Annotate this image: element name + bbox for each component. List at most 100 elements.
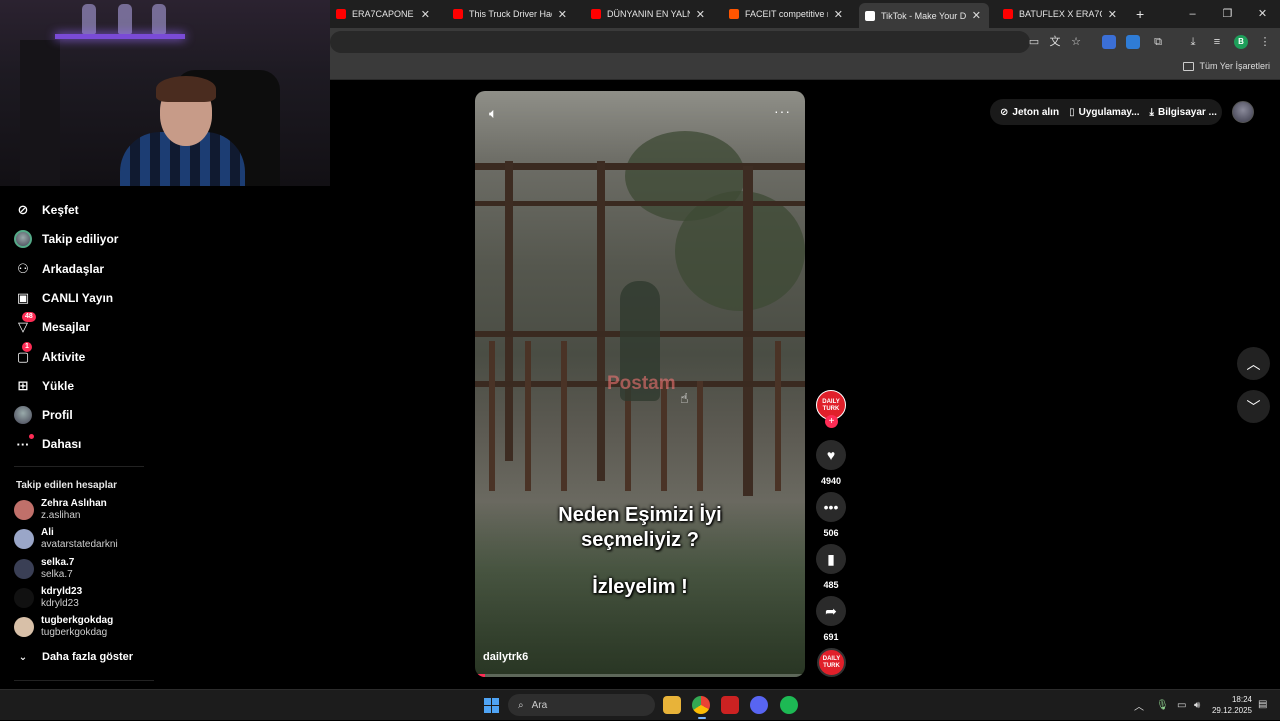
video-scenery <box>505 161 513 461</box>
browser-tab[interactable]: DÜNYANIN EN YALNIZ EV ✕ <box>585 3 713 25</box>
video-scenery <box>561 341 567 491</box>
close-tab-icon[interactable]: ✕ <box>558 8 567 21</box>
close-tab-icon[interactable]: ✕ <box>834 8 843 21</box>
video-scenery <box>475 163 805 170</box>
video-author[interactable]: dailytrk6 <box>483 651 528 663</box>
following-account[interactable]: Zehra Aslıhan z.aslihan <box>14 497 107 523</box>
clock-time: 18:24 <box>1231 695 1252 704</box>
file-explorer-icon[interactable] <box>663 696 681 714</box>
notifications-icon[interactable]: ▤ <box>1258 699 1267 710</box>
profile-button[interactable]: B <box>1234 35 1248 49</box>
browser-tab[interactable]: FACEIT competitive match ✕ <box>723 3 851 25</box>
following-account[interactable]: kdryld23 kdryld23 <box>14 585 82 611</box>
start-button[interactable] <box>484 698 499 713</box>
tab-title: DÜNYANIN EN YALNIZ EV <box>607 9 690 19</box>
account-name: kdryld23 <box>41 585 83 597</box>
sidebar-item-label: CANLI Yayın <box>42 290 114 305</box>
tab-favicon-icon <box>865 10 875 21</box>
notification-badge: 1 <box>22 341 32 352</box>
account-avatar <box>14 529 34 550</box>
extensions-puzzle-icon[interactable]: ⧉ <box>1151 35 1165 49</box>
bookmark-star-icon[interactable]: ☆ <box>1069 35 1083 49</box>
close-tab-icon[interactable]: ✕ <box>696 8 705 21</box>
maximize-button[interactable]: ❐ <box>1210 0 1245 28</box>
media-queue-icon[interactable]: ≡ <box>1210 35 1224 49</box>
desktop-app-button[interactable]: ⤓ Bilgisayar ... <box>1140 107 1217 118</box>
browser-tab[interactable]: ERA7CAPONE X ŞAM - Ö ✕ <box>330 3 438 25</box>
browser-tab[interactable]: BATUFLEX X ERA7CAPON ✕ <box>997 3 1125 25</box>
spotify-icon[interactable] <box>780 696 798 714</box>
divider <box>14 466 144 467</box>
tab-favicon-icon <box>336 9 346 19</box>
get-app-label: Uygulamay... <box>1078 106 1140 118</box>
activity-icon: ▢ 1 <box>14 341 32 366</box>
follow-plus-icon[interactable]: + <box>825 415 838 428</box>
all-bookmarks-button[interactable]: Tüm Yer İşaretleri <box>1183 61 1270 71</box>
extension-badge-icon[interactable] <box>1126 35 1140 49</box>
video-scenery <box>675 191 805 311</box>
sidebar-item-1[interactable]: Takip ediliyor <box>14 228 118 250</box>
sidebar-item-label: Aktivite <box>42 349 86 364</box>
sidebar-item-3[interactable]: ▣ CANLI Yayın <box>14 287 113 309</box>
tab-favicon-icon <box>729 9 739 19</box>
sidebar-item-2[interactable]: ⚇ Arkadaşlar <box>14 258 104 280</box>
music-disc[interactable]: DAILY TURK <box>817 648 846 677</box>
next-video-button[interactable]: ﹀ <box>1237 390 1270 423</box>
menu-kebab-icon[interactable]: ⋮ <box>1258 35 1272 49</box>
close-tab-icon[interactable]: ✕ <box>972 9 981 22</box>
app-icon[interactable] <box>721 696 739 714</box>
browser-tab[interactable]: TikTok - Make Your D ✕ <box>859 3 989 28</box>
video-progress-bar[interactable] <box>475 674 805 677</box>
get-app-button[interactable]: ▯ Uygulamay... <box>1059 107 1139 118</box>
more-options-icon[interactable]: ··· <box>774 103 791 119</box>
network-icon[interactable]: ▭ <box>1177 700 1186 711</box>
volume-icon[interactable]: 🔊︎ <box>1194 700 1200 711</box>
save-button[interactable]: ▮ <box>816 544 846 574</box>
notification-dot <box>29 434 34 440</box>
following-account[interactable]: selka.7 selka.7 <box>14 556 74 582</box>
sidebar-item-7[interactable]: Profil <box>14 404 73 426</box>
user-avatar[interactable] <box>1232 101 1254 123</box>
translate-icon[interactable]: 文 <box>1048 35 1062 49</box>
video-progress-fill <box>475 674 485 677</box>
comment-button[interactable]: ••• <box>816 492 846 522</box>
show-more-button[interactable]: ⌄ Daha fazla göster <box>14 646 133 668</box>
get-coins-button[interactable]: ⊘ Jeton alın <box>990 107 1059 118</box>
install-app-icon[interactable]: ▭ <box>1027 35 1041 49</box>
taskbar-search[interactable]: ⌕ Ara <box>508 694 655 716</box>
following-account[interactable]: tugberkgokdag tugberkgokdag <box>14 614 113 640</box>
close-tab-icon[interactable]: ✕ <box>1108 8 1117 21</box>
discord-icon[interactable] <box>750 696 768 714</box>
sidebar-item-5[interactable]: ▢ 1 Aktivite <box>14 341 86 368</box>
sidebar-item-0[interactable]: ⊘ Keşfet <box>14 199 79 221</box>
sidebar-item-4[interactable]: ▽ 48 Mesajlar <box>14 312 91 338</box>
volume-muted-icon[interactable]: 🔈︎ <box>489 105 497 122</box>
close-window-button[interactable]: ✕ <box>1245 0 1280 28</box>
tray-overflow-icon[interactable]: ︿ <box>1134 698 1144 713</box>
following-account[interactable]: Ali avatarstatedarkni <box>14 526 118 552</box>
share-button[interactable]: ➦ <box>816 596 846 626</box>
like-button[interactable]: ♥ <box>816 440 846 470</box>
chrome-icon[interactable] <box>692 696 710 714</box>
previous-video-button[interactable]: ︿ <box>1237 347 1270 380</box>
mouse-cursor-icon: ☝ <box>680 390 689 406</box>
download-icon[interactable]: ⤓ <box>1186 35 1200 49</box>
sidebar-item-label: Mesajlar <box>42 320 91 335</box>
extension-icon[interactable] <box>1102 35 1116 49</box>
close-tab-icon[interactable]: ✕ <box>421 8 430 21</box>
address-bar[interactable] <box>330 31 1030 53</box>
minimize-button[interactable]: – <box>1175 0 1210 28</box>
sidebar-item-8[interactable]: ··· Dahası <box>14 433 81 455</box>
microphone-icon[interactable]: 🎙︎ <box>1156 700 1169 711</box>
browser-tab[interactable]: This Truck Driver Had Eno ✕ <box>447 3 575 25</box>
video-watermark: Postam <box>607 373 676 394</box>
bookmark-icon: ▮ <box>827 550 835 567</box>
video-player[interactable]: 🔈︎ ··· Postam Neden Eşimizi İyi seçmeliy… <box>475 91 805 677</box>
following-avatar-icon <box>14 230 32 249</box>
tab-favicon-icon <box>453 9 463 19</box>
get-coins-label: Jeton alın <box>1012 106 1060 118</box>
taskbar-clock[interactable]: 18:24 29.12.2025 <box>1210 694 1252 716</box>
new-tab-button[interactable]: + <box>1136 3 1152 25</box>
sidebar-item-6[interactable]: ⊞ Yükle <box>14 375 74 397</box>
sidebar-item-label: Dahası <box>42 437 82 452</box>
